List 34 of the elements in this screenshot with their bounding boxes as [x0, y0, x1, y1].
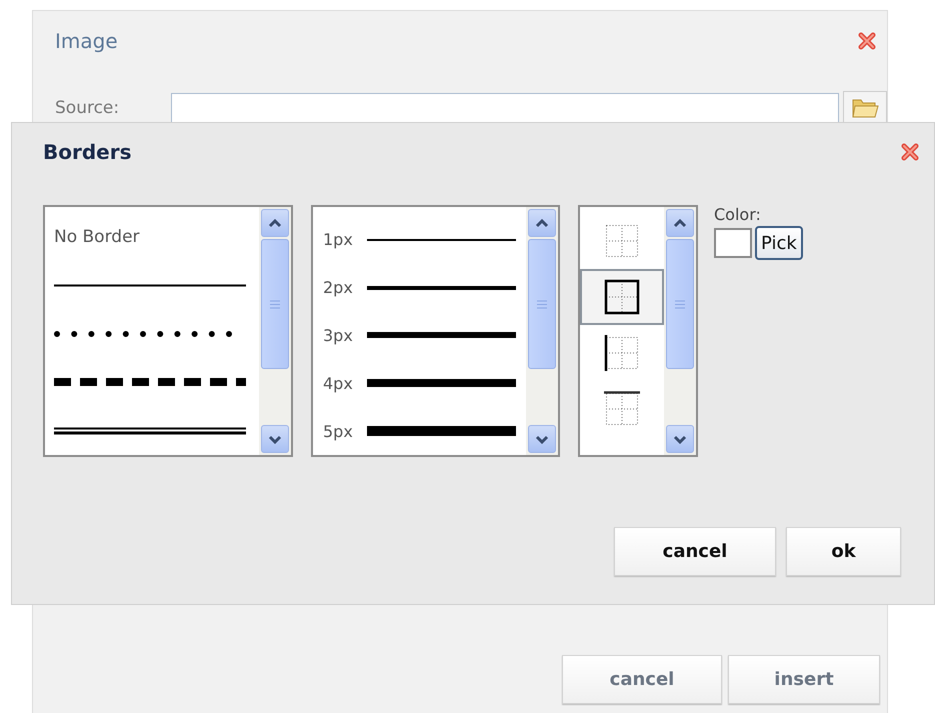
cancel-button[interactable]: cancel [562, 655, 722, 704]
source-label: Source: [55, 98, 120, 118]
dashed-line-icon [54, 378, 246, 386]
border-style-option[interactable]: No Border [45, 213, 259, 262]
double-line-icon [54, 426, 246, 435]
color-label: Color: [714, 205, 762, 224]
grip-icon [675, 300, 685, 308]
insert-button[interactable]: insert [728, 655, 880, 704]
scrollbar[interactable] [259, 207, 291, 455]
outer-border-icon [604, 279, 640, 315]
scrollbar[interactable] [664, 207, 696, 455]
pick-button[interactable]: Pick [755, 226, 803, 260]
border-width-option[interactable]: 5px [313, 407, 526, 455]
border-width-option[interactable]: 3px [313, 312, 526, 360]
border-position-option[interactable] [580, 269, 664, 325]
scrollbar[interactable] [526, 207, 558, 455]
browse-button[interactable] [843, 91, 887, 125]
close-icon[interactable] [857, 31, 877, 51]
border-width-option[interactable]: 1px [313, 216, 526, 264]
grip-icon [537, 300, 547, 308]
solid-line-icon [54, 284, 246, 288]
close-icon[interactable] [900, 142, 920, 162]
dialog-title: Borders [43, 140, 132, 164]
ok-button[interactable]: ok [786, 527, 901, 576]
color-swatch [714, 228, 752, 258]
left-border-icon [604, 335, 640, 371]
top-border-icon [604, 391, 640, 427]
dotted-grid-icon [604, 223, 640, 259]
border-width-option[interactable]: 2px [313, 264, 526, 312]
source-field[interactable] [171, 93, 839, 123]
grip-icon [270, 300, 280, 308]
dialog-title: Image [55, 29, 118, 53]
cancel-button[interactable]: cancel [614, 527, 776, 576]
border-width-option[interactable]: 4px [313, 359, 526, 408]
